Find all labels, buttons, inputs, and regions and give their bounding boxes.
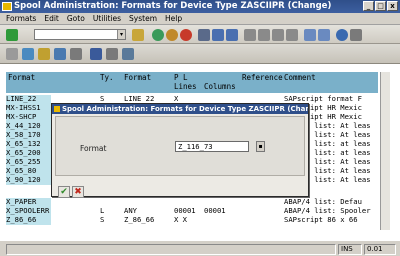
application-toolbar <box>0 44 400 64</box>
cell-format: X_44_120 <box>6 122 51 131</box>
header-pl: P L <box>174 73 188 82</box>
window-title-bar: Spool Administration: Formats for Device… <box>0 0 400 13</box>
cell-format: Z_86_66 <box>6 216 51 225</box>
new-session-icon[interactable] <box>304 29 316 41</box>
cell-format: X_65_132 <box>6 140 51 149</box>
cell-format: X_65_80 <box>6 167 51 176</box>
cell-format: X_58_170 <box>6 131 51 140</box>
other-object-icon[interactable] <box>22 48 34 60</box>
format-input[interactable]: Z_116_73 <box>175 141 249 152</box>
cell-type: L <box>100 207 105 215</box>
trash-icon[interactable] <box>106 48 118 60</box>
shortcut-icon[interactable] <box>318 29 330 41</box>
cell-format: LINE_22 <box>6 95 51 104</box>
cell-comment: ABAP/4 list: Spooler <box>284 207 371 215</box>
header-lines: Lines <box>174 82 197 91</box>
status-bar: INS 0.01 <box>0 240 400 256</box>
dialog-title-bar: Spool Administration: Formats for Device… <box>52 104 308 114</box>
dialog-cancel-button[interactable]: ✖ <box>72 186 84 198</box>
delete-icon[interactable] <box>70 48 82 60</box>
maximize-button[interactable]: □ <box>375 1 386 11</box>
table-header: Format Ty. Format P L Lines Columns Refe… <box>6 72 378 93</box>
cell-format: MX-IHSS1 <box>6 104 51 113</box>
menu-bar: Formats Edit Goto Utilities System Help <box>0 13 400 25</box>
command-history-dropdown[interactable]: ▾ <box>117 30 125 39</box>
menu-formats[interactable]: Formats <box>6 13 36 24</box>
format-label: Format <box>80 144 107 153</box>
cell-format-2: Z_86_66 <box>124 216 155 224</box>
table-row[interactable]: X_PAPER ABAP/4 list: Defau <box>6 198 378 207</box>
cell-comment: SAPscript 86 x 66 <box>284 216 358 224</box>
menu-edit[interactable]: Edit <box>44 13 59 24</box>
menu-utilities[interactable]: Utilities <box>93 13 121 24</box>
find-next-icon[interactable] <box>226 29 238 41</box>
insert-mode: INS <box>338 244 362 255</box>
cell-columns: 00001 <box>204 207 226 215</box>
session-indicator: 0.01 <box>364 244 396 255</box>
window-title: Spool Administration: Formats for Device… <box>14 1 332 11</box>
format-dialog: Spool Administration: Formats for Device… <box>51 103 309 198</box>
dialog-body: Format Z_116_73 ▪ <box>55 116 305 176</box>
cell-comment: ABAP/4 list: Defau <box>284 198 362 206</box>
cell-format: X_65_200 <box>6 149 51 158</box>
header-format-2: Format <box>124 73 152 82</box>
close-button[interactable]: x <box>387 1 398 11</box>
print-icon[interactable] <box>198 29 210 41</box>
format-value-help-button[interactable]: ▪ <box>256 141 265 152</box>
details-icon[interactable] <box>90 48 102 60</box>
next-page-icon[interactable] <box>272 29 284 41</box>
previous-page-icon[interactable] <box>258 29 270 41</box>
command-field[interactable] <box>34 29 126 40</box>
cell-format: X_65_255 <box>6 158 51 167</box>
header-format: Format <box>8 73 36 82</box>
exit-icon[interactable] <box>166 29 178 41</box>
layout-menu-icon[interactable] <box>350 29 362 41</box>
cell-format: X_SPOOLERR <box>6 207 51 216</box>
cell-format: X_90_120 <box>6 176 51 185</box>
sap-logo-icon <box>54 106 60 112</box>
minimize-button[interactable]: _ <box>363 1 374 11</box>
last-page-icon[interactable] <box>286 29 298 41</box>
first-page-icon[interactable] <box>244 29 256 41</box>
enter-icon[interactable] <box>6 29 18 41</box>
menu-goto[interactable]: Goto <box>67 13 85 24</box>
vertical-scrollbar[interactable] <box>380 72 390 230</box>
header-type: Ty. <box>100 73 114 82</box>
header-comment: Comment <box>284 73 316 82</box>
cancel-icon[interactable] <box>180 29 192 41</box>
cell-format: MX-SHCP <box>6 113 51 122</box>
create-icon[interactable] <box>38 48 50 60</box>
find-icon[interactable] <box>212 29 224 41</box>
menu-system[interactable]: System <box>129 13 157 24</box>
continue-button[interactable]: ✔ <box>58 186 70 198</box>
standard-toolbar: ▾ <box>0 25 400 44</box>
display-change-icon[interactable] <box>6 48 18 60</box>
header-reference: Reference <box>242 73 283 82</box>
sap-logo-icon <box>2 2 12 11</box>
dialog-title: Spool Administration: Formats for Device… <box>62 105 308 113</box>
menu-help[interactable]: Help <box>165 13 182 24</box>
cell-format: X_PAPER <box>6 198 51 207</box>
status-message <box>6 244 336 255</box>
table-row[interactable]: Z_86_66 S Z_86_66 X X SAPscript 86 x 66 <box>6 216 378 225</box>
table-row[interactable]: X_SPOOLERR L ANY 00001 00001 ABAP/4 list… <box>6 207 378 216</box>
window-controls: _ □ x <box>363 1 398 11</box>
cell-type: S <box>100 216 105 224</box>
copy-icon[interactable] <box>54 48 66 60</box>
cell-lines: 00001 <box>174 207 196 215</box>
print-list-icon[interactable] <box>122 48 134 60</box>
cell-format-2: ANY <box>124 207 137 215</box>
save-icon[interactable] <box>132 29 144 41</box>
header-columns: Columns <box>204 82 236 91</box>
back-icon[interactable] <box>152 29 164 41</box>
cell-pl: X X <box>174 216 187 224</box>
help-icon[interactable] <box>336 29 348 41</box>
